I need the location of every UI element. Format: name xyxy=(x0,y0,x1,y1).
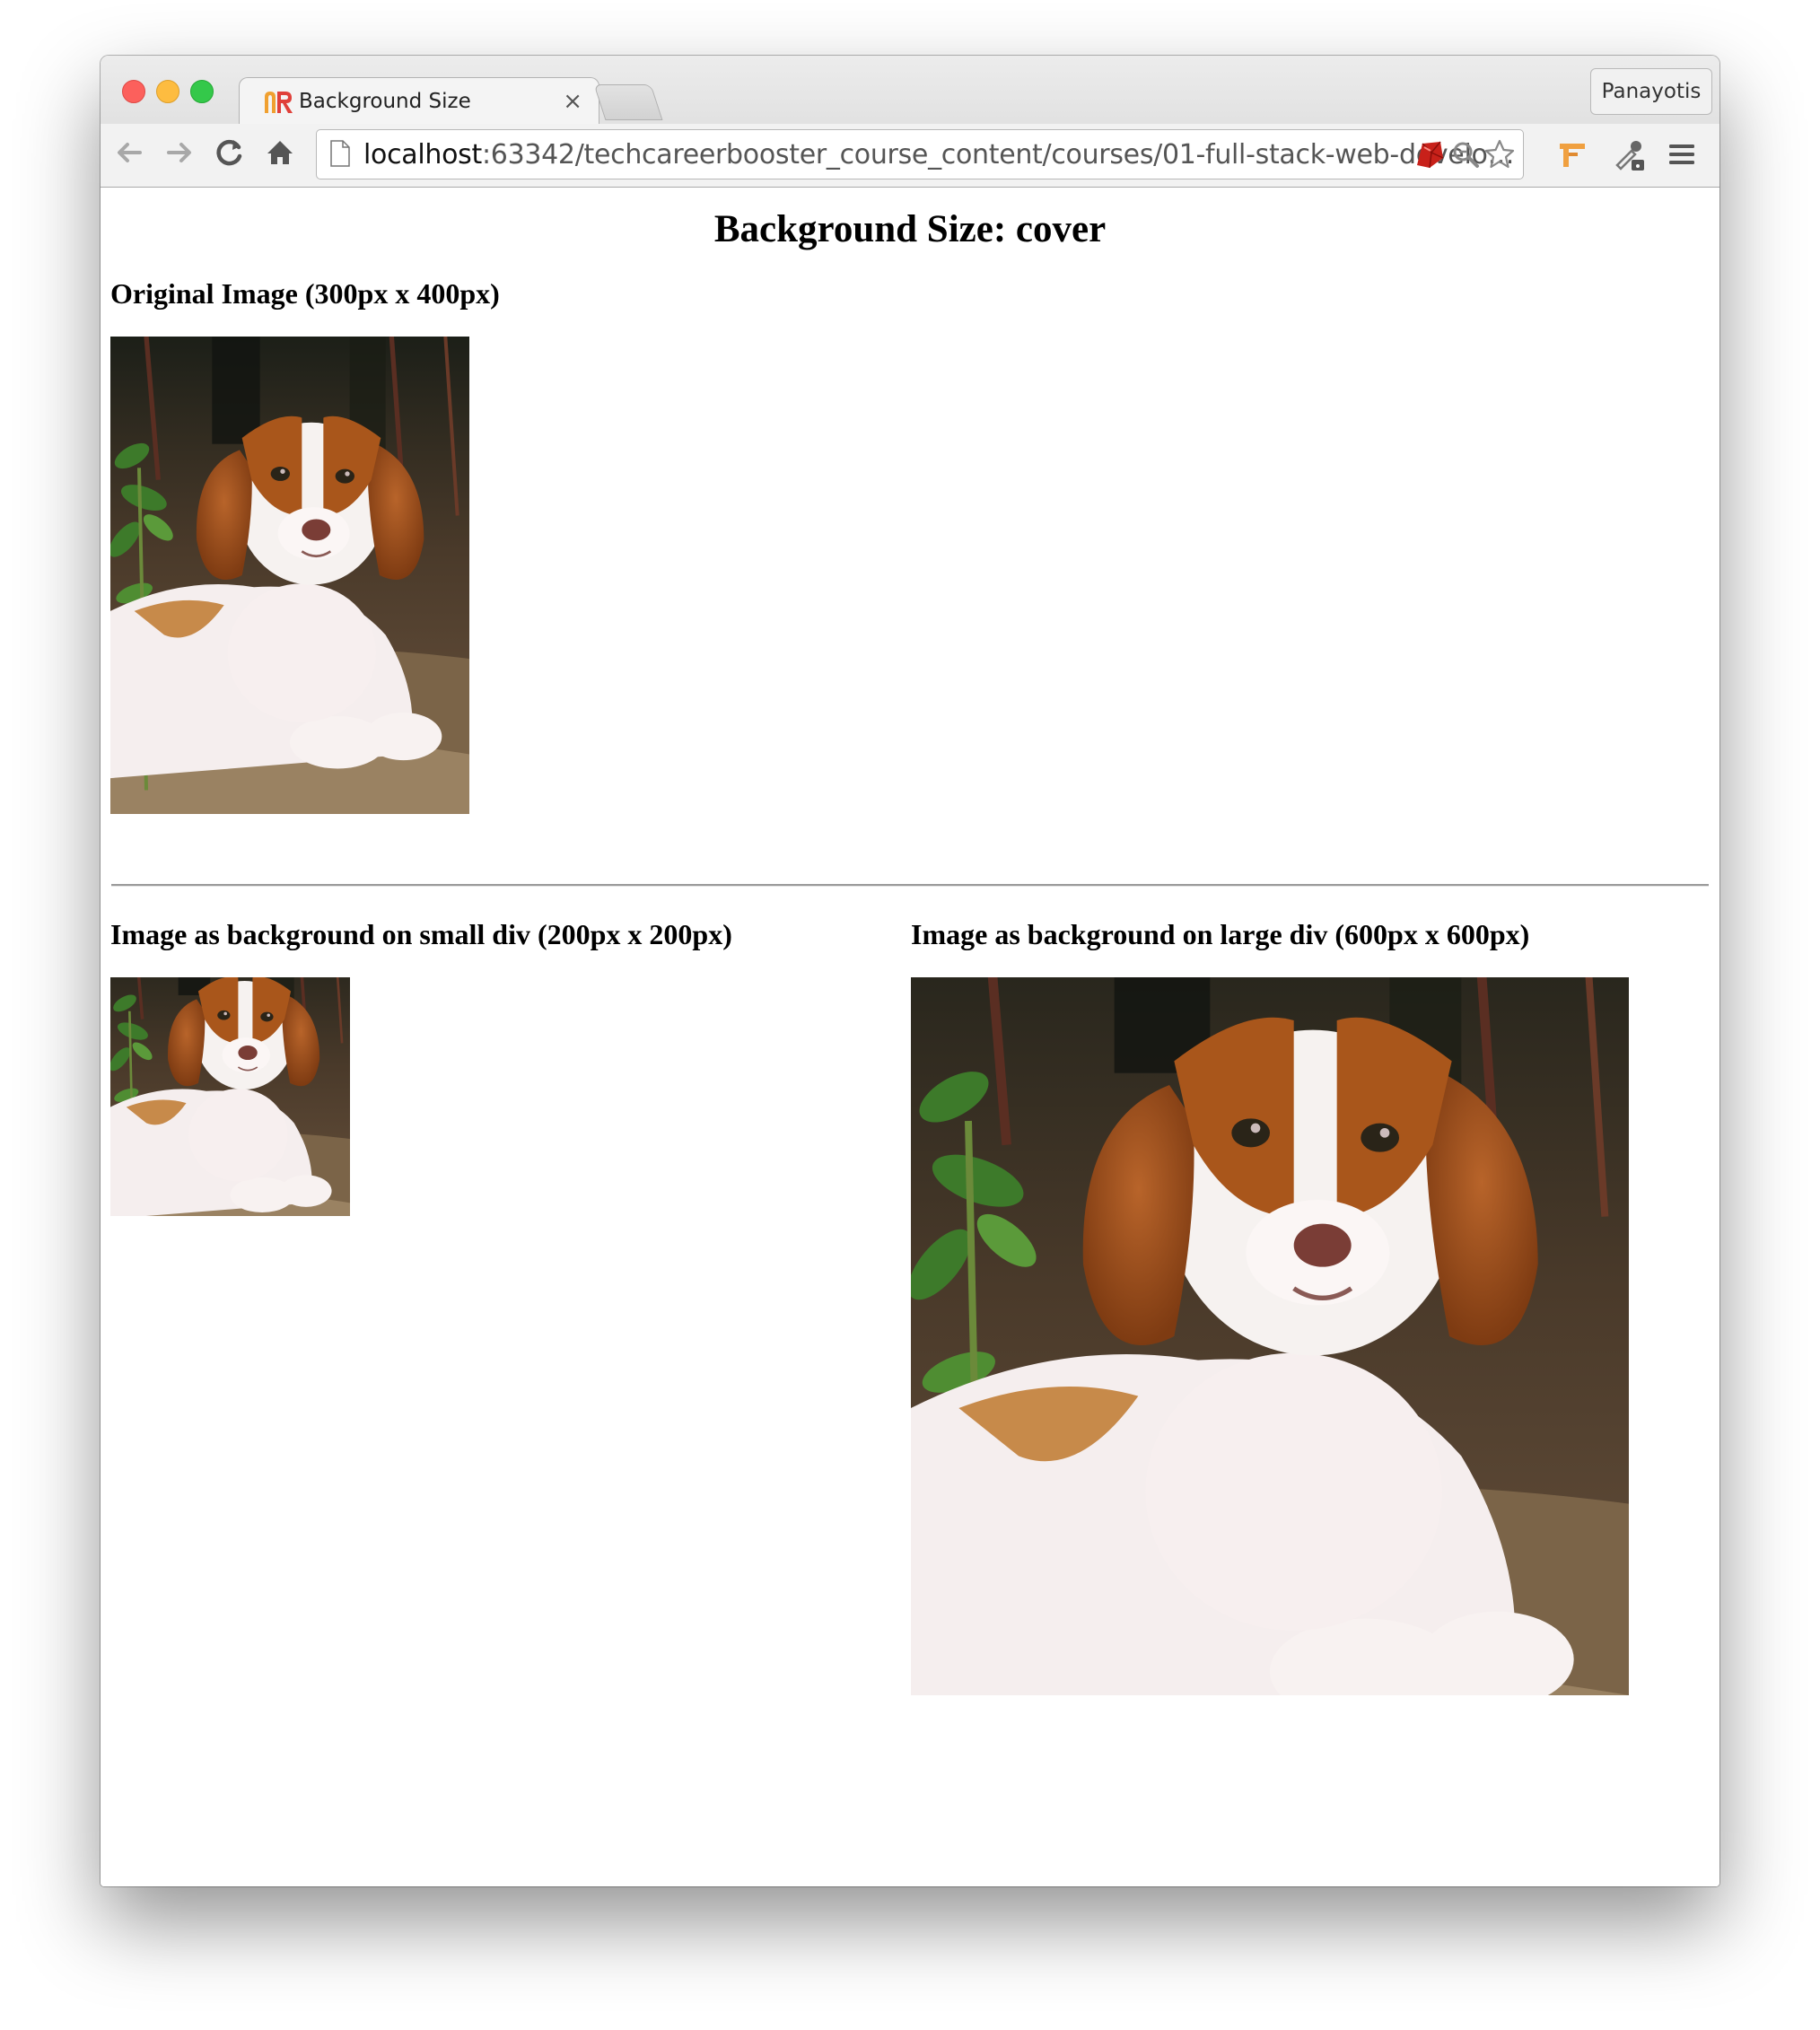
forward-arrow-icon xyxy=(167,143,191,162)
url-path: :63342/techcareerbooster_course_content/… xyxy=(481,139,1515,171)
browser-chrome: Background Size × Panayotis localhost:63… xyxy=(101,56,1719,188)
eyedropper-extension-icon[interactable] xyxy=(1610,136,1646,172)
browser-window: Background Size × Panayotis localhost:63… xyxy=(101,56,1719,1886)
small-background-div xyxy=(110,977,350,1216)
forward-button[interactable] xyxy=(160,133,199,172)
tab-strip: Background Size × Panayotis xyxy=(101,56,1719,127)
small-div-heading: Image as background on small div (200px … xyxy=(110,918,732,950)
home-button[interactable] xyxy=(260,133,300,172)
minimize-window-button[interactable] xyxy=(156,80,179,103)
url-text: localhost:63342/techcareerbooster_course… xyxy=(363,139,1515,171)
tab-close-icon[interactable]: × xyxy=(563,88,582,115)
browser-toolbar: localhost:63342/techcareerbooster_course… xyxy=(101,124,1719,187)
close-window-button[interactable] xyxy=(122,80,145,103)
page-content: Background Size: cover Original Image (3… xyxy=(101,188,1719,1886)
ruby-extension-icon[interactable] xyxy=(1413,138,1446,171)
zoom-icon[interactable] xyxy=(1449,138,1482,171)
new-tab-button[interactable] xyxy=(593,84,663,120)
home-icon xyxy=(267,141,293,164)
reload-button[interactable] xyxy=(210,133,249,172)
large-div-heading: Image as background on large div (600px … xyxy=(911,918,1530,950)
bookmark-star-icon[interactable] xyxy=(1483,138,1516,171)
extension-icon[interactable] xyxy=(1554,136,1590,172)
page-title: Background Size: cover xyxy=(713,208,1107,250)
profile-button[interactable]: Panayotis xyxy=(1590,68,1712,115)
reload-icon xyxy=(216,139,242,166)
tab-title: Background Size xyxy=(299,90,471,113)
back-button[interactable] xyxy=(109,133,149,172)
original-dog-image xyxy=(110,337,469,814)
horizontal-divider xyxy=(111,884,1709,887)
page-icon xyxy=(330,140,350,167)
site-favicon-icon xyxy=(265,92,293,113)
maximize-window-button[interactable] xyxy=(190,80,214,103)
tab-background-size[interactable]: Background Size × xyxy=(239,77,599,127)
large-background-div xyxy=(911,977,1629,1695)
address-bar[interactable]: localhost:63342/techcareerbooster_course… xyxy=(316,129,1524,179)
back-arrow-icon xyxy=(118,143,142,162)
original-image-heading: Original Image (300px x 400px) xyxy=(110,277,500,310)
url-host: localhost xyxy=(363,139,482,171)
menu-icon[interactable] xyxy=(1664,136,1700,172)
